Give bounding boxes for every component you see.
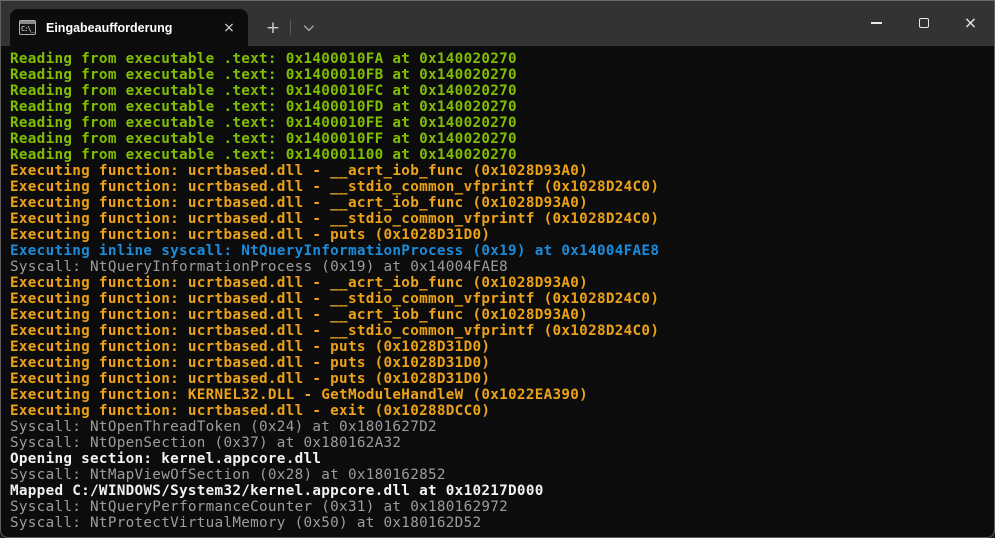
terminal-line: Reading from executable .text: 0x1400010…	[10, 115, 993, 131]
terminal-viewport[interactable]: Reading from executable .text: 0x1400010…	[2, 46, 993, 536]
terminal-line: Executing function: ucrtbased.dll - __ac…	[10, 275, 993, 291]
terminal-line: Reading from executable .text: 0x1400010…	[10, 99, 993, 115]
close-button[interactable]: ×	[947, 1, 994, 45]
chevron-down-icon	[303, 21, 313, 31]
terminal-line: Reading from executable .text: 0x1400010…	[10, 51, 993, 67]
tab-eingabeaufforderung[interactable]: C:\_ Eingabeaufforderung ×	[10, 9, 248, 46]
terminal-line: Executing function: ucrtbased.dll - __st…	[10, 211, 993, 227]
terminal-line: Reading from executable .text: 0x1400010…	[10, 83, 993, 99]
terminal-line: Syscall: NtOpenSection (0x37) at 0x18016…	[10, 435, 993, 451]
maximize-icon	[919, 18, 929, 28]
terminal-line: Executing function: ucrtbased.dll - puts…	[10, 339, 993, 355]
cmd-icon-text: C:\_	[21, 25, 34, 33]
terminal-line: Reading from executable .text: 0x1400011…	[10, 147, 993, 163]
terminal-line: Opening section: kernel.appcore.dll	[10, 451, 993, 467]
terminal-line: Syscall: NtQueryInformationProcess (0x19…	[10, 259, 993, 275]
terminal-line: Executing function: ucrtbased.dll - __st…	[10, 179, 993, 195]
close-icon: ×	[964, 15, 977, 31]
terminal-line: Executing function: ucrtbased.dll - __st…	[10, 323, 993, 339]
tab-dropdown-button[interactable]	[291, 9, 323, 46]
titlebar-drag-area[interactable]	[323, 1, 853, 46]
new-tab-button[interactable]: +	[256, 9, 290, 46]
tab-title: Eingabeaufforderung	[46, 21, 216, 35]
terminal-line: Reading from executable .text: 0x1400010…	[10, 67, 993, 83]
tab-close-icon[interactable]: ×	[216, 15, 242, 41]
terminal-line: Executing function: ucrtbased.dll - __ac…	[10, 163, 993, 179]
terminal-line: Reading from executable .text: 0x1400010…	[10, 131, 993, 147]
terminal-output: Reading from executable .text: 0x1400010…	[10, 51, 993, 531]
terminal-line: Syscall: NtMapViewOfSection (0x28) at 0x…	[10, 467, 993, 483]
minimize-button[interactable]	[853, 1, 900, 45]
title-bar: C:\_ Eingabeaufforderung × + ×	[1, 1, 994, 46]
terminal-line: Syscall: NtQueryPerformanceCounter (0x31…	[10, 499, 993, 515]
terminal-line: Executing function: ucrtbased.dll - __st…	[10, 291, 993, 307]
terminal-line: Syscall: NtOpenThreadToken (0x24) at 0x1…	[10, 419, 993, 435]
terminal-line: Executing function: ucrtbased.dll - puts…	[10, 371, 993, 387]
terminal-line: Executing function: ucrtbased.dll - __ac…	[10, 307, 993, 323]
terminal-line: Executing function: ucrtbased.dll - exit…	[10, 403, 993, 419]
maximize-button[interactable]	[900, 1, 947, 45]
terminal-line: Mapped C:/WINDOWS/System32/kernel.appcor…	[10, 483, 993, 499]
window-controls: ×	[853, 1, 994, 45]
terminal-line: Executing inline syscall: NtQueryInforma…	[10, 243, 993, 259]
terminal-line: Executing function: ucrtbased.dll - puts…	[10, 355, 993, 371]
terminal-line: Executing function: ucrtbased.dll - puts…	[10, 227, 993, 243]
terminal-window: C:\_ Eingabeaufforderung × + × Reading f…	[0, 0, 995, 538]
terminal-line: Syscall: NtProtectVirtualMemory (0x50) a…	[10, 515, 993, 531]
terminal-line: Executing function: KERNEL32.DLL - GetMo…	[10, 387, 993, 403]
cmd-prompt-icon: C:\_	[19, 20, 36, 35]
minimize-icon	[871, 22, 882, 24]
terminal-line: Executing function: ucrtbased.dll - __ac…	[10, 195, 993, 211]
